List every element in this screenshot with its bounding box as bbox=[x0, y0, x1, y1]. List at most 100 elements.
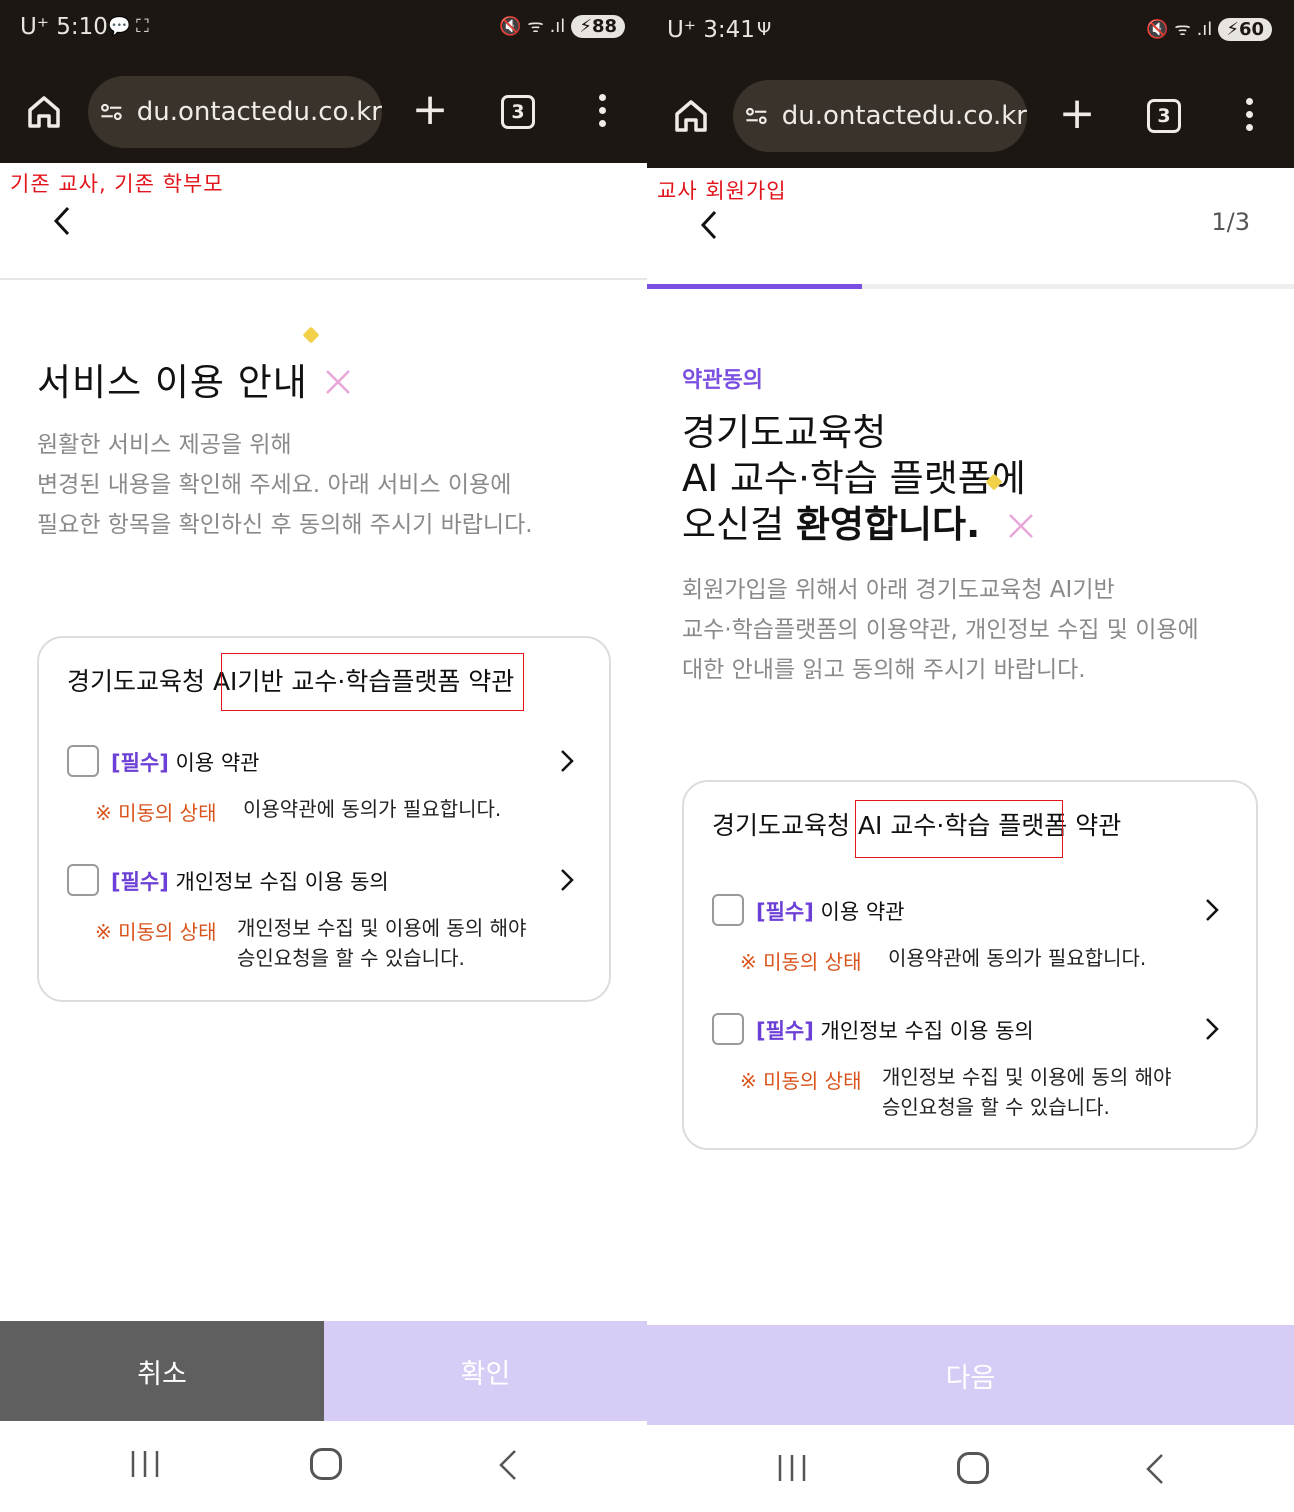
recents-icon[interactable] bbox=[777, 1453, 807, 1483]
home-icon[interactable] bbox=[671, 96, 711, 136]
right-phone-screen: U⁺ 3:41 Ψ 🔇 ᯤ .ıl ⚡60 du.ontactedu.co.kr… bbox=[647, 0, 1294, 1512]
system-nav-bar bbox=[0, 1421, 647, 1511]
terms-card: 경기도교육청 AI기반 교수·학습플랫폼 약관 [필수] 이용 약관 ※ 미동의… bbox=[37, 636, 611, 1002]
progress-bar bbox=[647, 284, 1294, 289]
consent-message-line: 개인정보 수집 및 이용에 동의 해야 bbox=[882, 1065, 1172, 1089]
annotation-label: 교사 회원가입 bbox=[657, 179, 787, 203]
terms-row-usage[interactable]: [필수] 이용 약관 bbox=[712, 894, 1222, 928]
status-bar: U⁺ 3:41 Ψ 🔇 ᯤ .ıl ⚡60 bbox=[647, 17, 1294, 57]
consent-message: 개인정보 수집 및 이용에 동의 해야 승인요청을 할 수 있습니다. bbox=[882, 1062, 1171, 1122]
status-time: U⁺ 3:41 bbox=[667, 17, 755, 43]
bottom-buttons: 취소 확인 bbox=[0, 1321, 647, 1421]
left-phone-screen: U⁺ 5:10 💬 ⛶ 🔇 ᯤ .ıl ⚡88 du.ontactedu.co.… bbox=[0, 0, 647, 1512]
consent-status: ※ 미동의 상태 bbox=[740, 1069, 862, 1093]
terms-label-text: 개인정보 수집 이용 동의 bbox=[168, 870, 389, 894]
recents-icon[interactable] bbox=[130, 1449, 160, 1479]
chevron-right-icon[interactable] bbox=[1202, 1015, 1222, 1043]
kebab-icon[interactable] bbox=[1239, 98, 1259, 134]
home-icon[interactable] bbox=[24, 92, 64, 132]
required-tag: [필수] bbox=[756, 900, 814, 924]
nav-back-icon[interactable] bbox=[1145, 1453, 1165, 1485]
sparkle-x-icon bbox=[326, 370, 350, 394]
consent-message: 이용약관에 동의가 필요합니다. bbox=[243, 797, 502, 821]
terms-label: [필수] 이용 약관 bbox=[111, 747, 259, 777]
terms-label: [필수] 이용 약관 bbox=[756, 896, 904, 926]
checkbox-icon[interactable] bbox=[712, 1013, 744, 1045]
page-description: 회원가입을 위해서 아래 경기도교육청 AI기반 교수·학습플랫폼의 이용약관,… bbox=[682, 570, 1272, 690]
bottom-buttons: 다음 bbox=[647, 1325, 1294, 1425]
terms-label-text: 이용 약관 bbox=[813, 900, 905, 924]
description-line: 원활한 서비스 제공을 위해 bbox=[37, 432, 292, 458]
system-icons: 🔇 ᯤ .ıl ⚡60 bbox=[1146, 17, 1272, 41]
page-title: 서비스 이용 안내 bbox=[37, 361, 308, 404]
new-tab-plus-icon[interactable]: + bbox=[410, 88, 450, 132]
battery-icon: ⚡88 bbox=[571, 14, 625, 38]
consent-message-line: 승인요청을 할 수 있습니다. bbox=[237, 946, 465, 970]
chevron-right-icon[interactable] bbox=[557, 747, 577, 775]
consent-status: ※ 미동의 상태 bbox=[95, 920, 217, 944]
url-text: du.ontactedu.co.kr bbox=[136, 97, 382, 127]
card-title-prefix: 경기도교육청 bbox=[67, 667, 213, 696]
section-eyebrow: 약관동의 bbox=[682, 368, 763, 393]
system-icons: 🔇 ᯤ .ıl ⚡88 bbox=[499, 14, 625, 38]
signal-icons: 🔇 ᯤ .ıl bbox=[1146, 19, 1213, 40]
new-tab-plus-icon[interactable]: + bbox=[1057, 92, 1097, 136]
chevron-right-icon[interactable] bbox=[1202, 896, 1222, 924]
tune-icon[interactable] bbox=[100, 98, 123, 126]
notification-icons: 💬 ⛶ bbox=[108, 16, 149, 37]
tabs-icon[interactable]: 3 bbox=[1147, 99, 1181, 133]
title-line: 오신걸 환영합니다. bbox=[682, 502, 1026, 548]
title-plain: 오신걸 bbox=[682, 503, 796, 546]
next-button[interactable]: 다음 bbox=[647, 1325, 1294, 1425]
terms-row-usage[interactable]: [필수] 이용 약관 bbox=[67, 745, 577, 779]
url-text: du.ontactedu.co.kr bbox=[781, 101, 1027, 131]
highlight-box bbox=[855, 800, 1063, 858]
step-indicator: 1/3 bbox=[1211, 208, 1250, 236]
tune-icon[interactable] bbox=[745, 102, 768, 130]
battery-icon: ⚡60 bbox=[1218, 17, 1272, 41]
header-divider bbox=[0, 278, 647, 280]
description-line: 변경된 내용을 확인해 주세요. 아래 서비스 이용에 bbox=[37, 472, 512, 498]
page-title: 경기도교육청 AI 교수·학습 플랫폼에 오신걸 환영합니다. bbox=[682, 410, 1026, 548]
chevron-right-icon[interactable] bbox=[557, 866, 577, 894]
terms-row-privacy[interactable]: [필수] 개인정보 수집 이용 동의 bbox=[67, 864, 577, 898]
nav-home-icon[interactable] bbox=[310, 1448, 342, 1480]
title-line: 경기도교육청 bbox=[682, 411, 887, 454]
system-nav-bar bbox=[647, 1425, 1294, 1512]
terms-label-text: 이용 약관 bbox=[168, 751, 260, 775]
back-chevron-icon[interactable] bbox=[697, 209, 721, 241]
nav-home-icon[interactable] bbox=[957, 1452, 989, 1484]
title-emphasis: 환영합니다. bbox=[795, 503, 981, 546]
terms-row-privacy[interactable]: [필수] 개인정보 수집 이용 동의 bbox=[712, 1013, 1222, 1047]
highlight-box bbox=[221, 653, 524, 711]
signal-icons: 🔇 ᯤ .ıl bbox=[499, 16, 566, 37]
consent-status: ※ 미동의 상태 bbox=[740, 950, 862, 974]
kebab-icon[interactable] bbox=[592, 94, 612, 130]
required-tag: [필수] bbox=[111, 870, 169, 894]
consent-message: 개인정보 수집 및 이용에 동의 해야 승인요청을 할 수 있습니다. bbox=[237, 913, 526, 973]
consent-message-line: 승인요청을 할 수 있습니다. bbox=[882, 1095, 1110, 1119]
card-title-suffix: 약관 bbox=[1067, 811, 1122, 840]
browser-chrome: U⁺ 5:10 💬 ⛶ 🔇 ᯤ .ıl ⚡88 du.ontactedu.co.… bbox=[0, 0, 647, 163]
confirm-button[interactable]: 확인 bbox=[324, 1321, 647, 1421]
annotation-label: 기존 교사, 기존 학부모 bbox=[10, 172, 224, 196]
cancel-button[interactable]: 취소 bbox=[0, 1321, 324, 1421]
consent-message: 이용약관에 동의가 필요합니다. bbox=[888, 946, 1147, 970]
progress-fill bbox=[647, 284, 863, 289]
address-bar[interactable]: du.ontactedu.co.kr bbox=[88, 76, 382, 148]
consent-status: ※ 미동의 상태 bbox=[95, 801, 217, 825]
nav-back-icon[interactable] bbox=[498, 1449, 518, 1481]
url-row: du.ontactedu.co.kr + 3 bbox=[647, 80, 1294, 152]
required-tag: [필수] bbox=[111, 751, 169, 775]
address-bar[interactable]: du.ontactedu.co.kr bbox=[733, 80, 1027, 152]
checkbox-icon[interactable] bbox=[67, 745, 99, 777]
required-tag: [필수] bbox=[756, 1019, 814, 1043]
tabs-icon[interactable]: 3 bbox=[501, 95, 535, 129]
terms-label: [필수] 개인정보 수집 이용 동의 bbox=[111, 866, 389, 896]
back-chevron-icon[interactable] bbox=[50, 205, 74, 237]
checkbox-icon[interactable] bbox=[67, 864, 99, 896]
terms-label-text: 개인정보 수집 이용 동의 bbox=[813, 1019, 1034, 1043]
status-time: U⁺ 5:10 bbox=[20, 14, 108, 40]
sparkle-dot-icon bbox=[302, 326, 320, 344]
checkbox-icon[interactable] bbox=[712, 894, 744, 926]
